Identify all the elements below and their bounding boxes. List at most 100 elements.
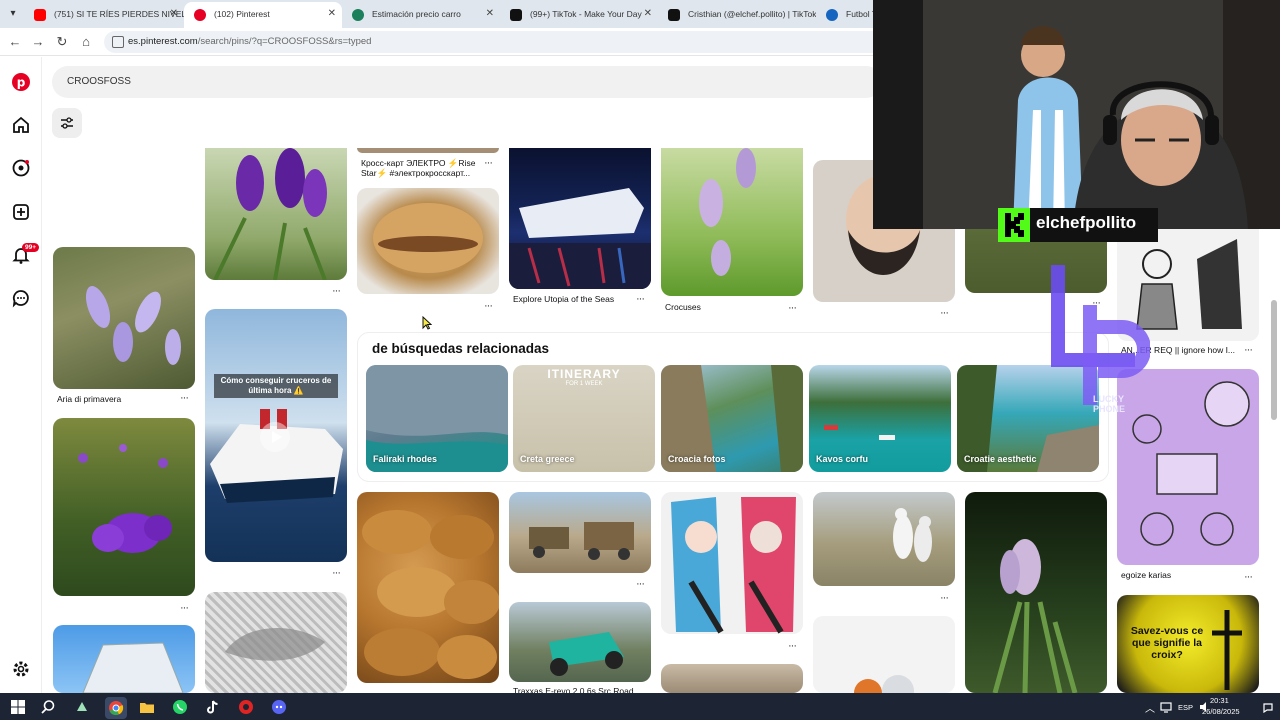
- pin-title[interactable]: Crocuses: [665, 302, 701, 312]
- more-options-icon[interactable]: ···: [788, 302, 797, 314]
- cross-icon: [1212, 610, 1242, 690]
- clock-time[interactable]: 20:31: [1210, 696, 1229, 705]
- close-tab-icon[interactable]: ✕: [328, 2, 336, 26]
- chat-icon: [352, 9, 364, 21]
- more-options-icon[interactable]: ···: [332, 285, 341, 297]
- pin-image-anime[interactable]: [661, 492, 803, 634]
- itinerary-text: ITINERARY: [547, 367, 621, 381]
- pin-image-crocus[interactable]: [53, 247, 195, 389]
- page-scrollbar[interactable]: [1271, 300, 1277, 420]
- chrome-taskbar-button[interactable]: [105, 697, 127, 719]
- pin-image-seagulls[interactable]: [813, 492, 955, 586]
- create-icon[interactable]: [11, 202, 31, 222]
- pinterest-logo-icon[interactable]: p: [11, 72, 31, 92]
- crocus-dark-icon: [992, 539, 1078, 693]
- more-options-icon[interactable]: ···: [636, 293, 645, 305]
- more-options-icon[interactable]: ···: [180, 602, 189, 614]
- home-icon[interactable]: [11, 115, 31, 135]
- more-options-icon[interactable]: ···: [1244, 344, 1253, 356]
- tab-estimacion[interactable]: Estimación precio carro ✕: [342, 2, 500, 28]
- site-info-icon[interactable]: [112, 36, 124, 48]
- croissants-icon: [362, 510, 499, 679]
- filter-icon: [61, 117, 73, 129]
- crocus-flowers-icon: [85, 286, 181, 365]
- pin-image-partial-bottom[interactable]: [661, 664, 803, 693]
- pin-image-crocus-dark[interactable]: [965, 492, 1107, 693]
- more-options-icon[interactable]: ···: [940, 307, 949, 319]
- tray-chevron-icon[interactable]: ︿: [1145, 700, 1155, 715]
- anime-characters-icon: [671, 497, 796, 634]
- record-app-icon[interactable]: [238, 699, 254, 715]
- more-options-icon[interactable]: ···: [180, 392, 189, 404]
- lucky-phone-logo-icon: [1051, 265, 1150, 405]
- pin-image-partial-mascot[interactable]: [813, 616, 955, 693]
- streamer-webcam-icon: [873, 0, 1280, 229]
- tab-tiktok-profile[interactable]: Cristhian (@elchef.pollito) | TikTok: [658, 2, 816, 28]
- chrome-icon: [109, 701, 124, 716]
- language-indicator[interactable]: ESP: [1178, 703, 1193, 712]
- pin-title[interactable]: Aria di primavera: [57, 394, 121, 404]
- more-options-icon[interactable]: ···: [636, 578, 645, 590]
- armored-vehicle-icon: [529, 522, 634, 560]
- discord-icon[interactable]: [271, 699, 287, 715]
- pin-image-crocus-field[interactable]: [53, 418, 195, 596]
- play-icon: [272, 431, 282, 443]
- more-options-icon[interactable]: ···: [940, 592, 949, 604]
- back-icon[interactable]: ←: [6, 33, 24, 51]
- pin-title[interactable]: egoize karias: [1121, 570, 1171, 580]
- tiktok-taskbar-icon[interactable]: [205, 699, 221, 715]
- explore-icon[interactable]: [11, 158, 31, 178]
- whatsapp-icon[interactable]: [172, 699, 188, 715]
- related-card-creta[interactable]: ITINERARY FOR 1 WEEK Creta greece: [513, 365, 655, 472]
- forward-icon[interactable]: →: [29, 33, 47, 51]
- close-tab-icon[interactable]: ✕: [644, 2, 652, 26]
- related-card-kavos[interactable]: Kavos corfu: [809, 365, 951, 472]
- pin-image-burger[interactable]: [357, 188, 499, 294]
- rc-car-icon: [549, 632, 624, 676]
- related-card-croacia[interactable]: Croacia fotos: [661, 365, 803, 472]
- pin-title[interactable]: Explore Utopia of the Seas: [513, 294, 614, 304]
- pin-image-vehicles[interactable]: [509, 492, 651, 573]
- messages-icon[interactable]: [11, 288, 31, 308]
- close-tab-icon[interactable]: ✕: [170, 2, 178, 26]
- notification-badge: 99+: [22, 243, 40, 252]
- search-icon[interactable]: [40, 699, 56, 715]
- address-bar[interactable]: es.pinterest.com/search/pins/?q=CROOSFOS…: [104, 31, 884, 53]
- clock-date[interactable]: 26/08/2025: [1202, 707, 1240, 716]
- more-options-icon[interactable]: ···: [484, 157, 493, 169]
- pin-image-chameleon-sketch[interactable]: [205, 592, 347, 693]
- home-button-icon[interactable]: ⌂: [77, 33, 95, 51]
- streamer-name: elchefpollito: [1036, 213, 1137, 232]
- pin-image-crocuses[interactable]: [661, 148, 803, 296]
- notification-center-icon[interactable]: [1262, 701, 1274, 713]
- filter-button[interactable]: [52, 108, 82, 138]
- close-tab-icon[interactable]: ✕: [486, 2, 494, 26]
- pin-image-building[interactable]: [53, 625, 195, 693]
- pin-title[interactable]: Кросс-карт ЭЛЕКТРО ⚡Rise Star⚡ #электрок…: [361, 158, 479, 178]
- pin-image-cruise-night[interactable]: [509, 148, 651, 289]
- network-icon[interactable]: [1160, 701, 1172, 713]
- tab-search-icon[interactable]: ▾: [4, 5, 22, 23]
- settings-icon[interactable]: [11, 659, 31, 679]
- more-options-icon[interactable]: ···: [1244, 571, 1253, 583]
- tab-youtube[interactable]: (751) SI TE RÍES PIERDES NIVEL ✕: [24, 2, 184, 28]
- file-explorer-icon[interactable]: [139, 699, 155, 715]
- tab-pinterest[interactable]: (102) Pinterest ✕: [184, 2, 342, 28]
- search-input[interactable]: CROOSFOSS: [52, 66, 882, 98]
- tab-futbol[interactable]: Futbol T: [816, 2, 876, 28]
- more-options-icon[interactable]: ···: [332, 567, 341, 579]
- pin-image-rc-car[interactable]: [509, 602, 651, 682]
- pin-image-partial[interactable]: [357, 148, 499, 153]
- pin-image-croissants[interactable]: [357, 492, 499, 683]
- play-button[interactable]: [260, 422, 290, 452]
- reload-icon[interactable]: ↻: [53, 33, 71, 51]
- more-options-icon[interactable]: ···: [788, 640, 797, 652]
- more-options-icon[interactable]: ···: [484, 300, 493, 312]
- pin-image-croix[interactable]: Savez-vous ce que signifie la croix?: [1117, 595, 1259, 693]
- tab-tiktok[interactable]: (99+) TikTok - Make Your Day ✕: [500, 2, 658, 28]
- widgets-icon[interactable]: [74, 699, 90, 715]
- related-card-faliraki[interactable]: Faliraki rhodes: [366, 365, 508, 472]
- crocuses-icon: [699, 148, 756, 276]
- windows-start-icon[interactable]: [10, 699, 26, 715]
- pin-image-purple-crocus[interactable]: [205, 148, 347, 280]
